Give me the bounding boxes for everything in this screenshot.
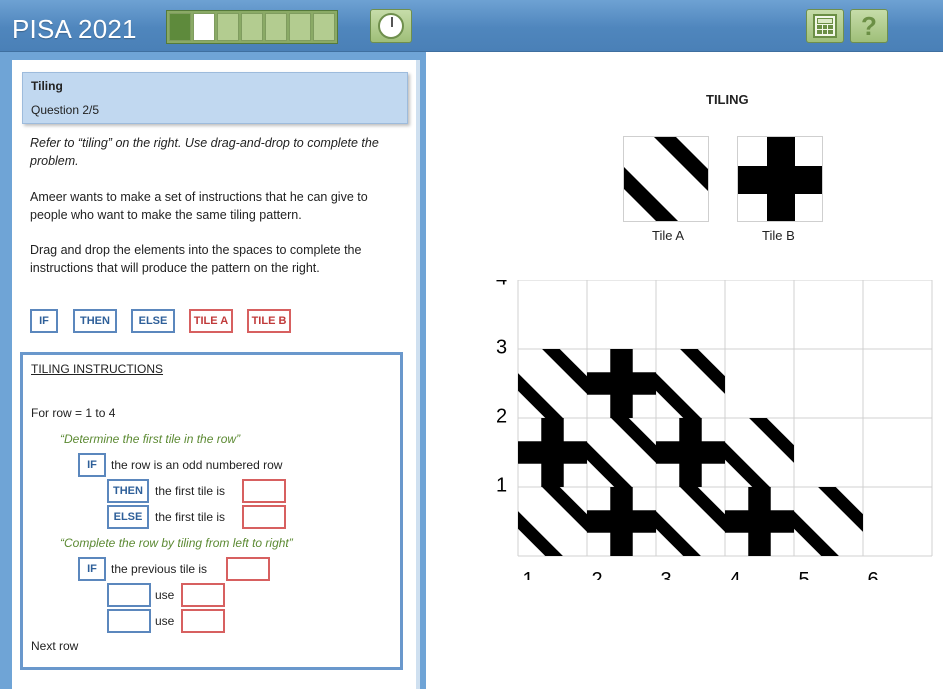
then-tile-drop-slot[interactable] (242, 479, 286, 503)
calculator-button[interactable] (806, 9, 844, 43)
help-button[interactable]: ? (850, 9, 888, 43)
y-axis-label: 2 (496, 406, 507, 428)
y-axis-label: 3 (496, 337, 507, 359)
x-axis-label: 1 (523, 569, 534, 580)
tile-b-label: Tile B (762, 228, 795, 243)
question-intro: Refer to “tiling” on the right. Use drag… (30, 136, 379, 168)
loop-statement: For row = 1 to 4 (31, 406, 116, 420)
keyword-drop-slot-2[interactable] (107, 609, 151, 633)
question-progress (166, 10, 338, 44)
grid-tile-a (794, 487, 863, 556)
y-axis-label: 4 (496, 280, 507, 290)
question-number: Question 2/5 (31, 103, 100, 117)
instr-if2-label: IF (78, 557, 106, 581)
comment-first-tile: “Determine the first tile in the row” (60, 432, 241, 446)
grid-tile-a (656, 349, 725, 418)
then-text: the first tile is (155, 484, 226, 498)
use-tile-drop-slot-2[interactable] (181, 609, 225, 633)
instr-if-label: IF (78, 453, 106, 477)
progress-segment (217, 13, 239, 41)
use-label-1: use (155, 588, 175, 602)
drag-chip-tile-b[interactable]: TILE B (247, 309, 291, 333)
instr-then-label: THEN (107, 479, 149, 503)
x-axis-label: 6 (868, 569, 879, 580)
clock-icon (378, 13, 404, 39)
grid-tile-a (518, 487, 587, 556)
question-header: Tiling Question 2/5 (22, 72, 408, 124)
drag-chip-if[interactable]: IF (30, 309, 58, 333)
instructions-heading: TILING INSTRUCTIONS (31, 362, 164, 376)
progress-segment (169, 13, 191, 41)
tiling-title: TILING (706, 92, 749, 107)
use-tile-drop-slot-1[interactable] (181, 583, 225, 607)
calculator-icon (813, 14, 837, 38)
timer-button[interactable] (370, 9, 412, 43)
grid-tile-a (656, 487, 725, 556)
app-title: PISA 2021 (12, 14, 137, 44)
question-body-2: Drag and drop the elements into the spac… (30, 243, 362, 275)
question-title: Tiling (31, 79, 63, 93)
tile-a-label: Tile A (652, 228, 685, 243)
condition-previous-tile: the previous tile is (111, 562, 208, 576)
top-bar: PISA 2021 ? (0, 0, 943, 52)
else-text: the first tile is (155, 510, 226, 524)
use-label-2: use (155, 614, 175, 628)
progress-segment (265, 13, 287, 41)
tile-a-pattern (624, 137, 708, 221)
tiling-instructions-box: TILING INSTRUCTIONS For row = 1 to 4 “De… (20, 352, 403, 670)
progress-segment (289, 13, 311, 41)
progress-segment (193, 13, 215, 41)
grid-tile-a (587, 418, 656, 487)
tiling-grid: 1 2 3 4 5 6 1 2 3 4 (488, 268, 943, 591)
progress-segment (313, 13, 335, 41)
grid-tile-b (656, 418, 725, 487)
else-tile-drop-slot[interactable] (242, 505, 286, 529)
instr-else-label: ELSE (107, 505, 149, 529)
next-row-label: Next row (31, 639, 79, 653)
grid-tile-b (587, 487, 656, 556)
grid-tile-b (725, 487, 794, 556)
drag-chip-tile-a[interactable]: TILE A (189, 309, 233, 333)
x-axis-label: 4 (730, 569, 741, 580)
y-axis-label: 1 (496, 475, 507, 497)
question-body-1: Ameer wants to make a set of instruction… (30, 190, 368, 222)
progress-segment (241, 13, 263, 41)
tile-b-pattern (738, 137, 822, 221)
x-axis-label: 3 (661, 569, 672, 580)
tile-a-image (623, 136, 709, 222)
tile-b-image (737, 136, 823, 222)
condition-odd-row: the row is an odd numbered row (111, 458, 283, 472)
x-axis-label: 2 (592, 569, 603, 580)
keyword-drop-slot-1[interactable] (107, 583, 151, 607)
comment-complete-row: “Complete the row by tiling from left to… (60, 536, 293, 550)
question-panel: Tiling Question 2/5 Refer to “tiling” on… (12, 60, 420, 689)
grid-tile-b (587, 349, 656, 418)
x-axis-label: 5 (799, 569, 810, 580)
drag-chip-else[interactable]: ELSE (131, 309, 175, 333)
stimulus-panel: TILING Tile A Tile B 1 2 3 4 5 6 1 2 3 4 (426, 52, 943, 689)
drag-chip-then[interactable]: THEN (73, 309, 117, 333)
help-icon: ? (861, 10, 877, 41)
grid-tile-b (518, 418, 587, 487)
tiling-grid-svg: 1 2 3 4 5 6 1 2 3 4 (496, 268, 933, 591)
grid-tile-a (725, 418, 794, 487)
previous-tile-drop-slot[interactable] (226, 557, 270, 581)
grid-tile-a (518, 349, 587, 418)
